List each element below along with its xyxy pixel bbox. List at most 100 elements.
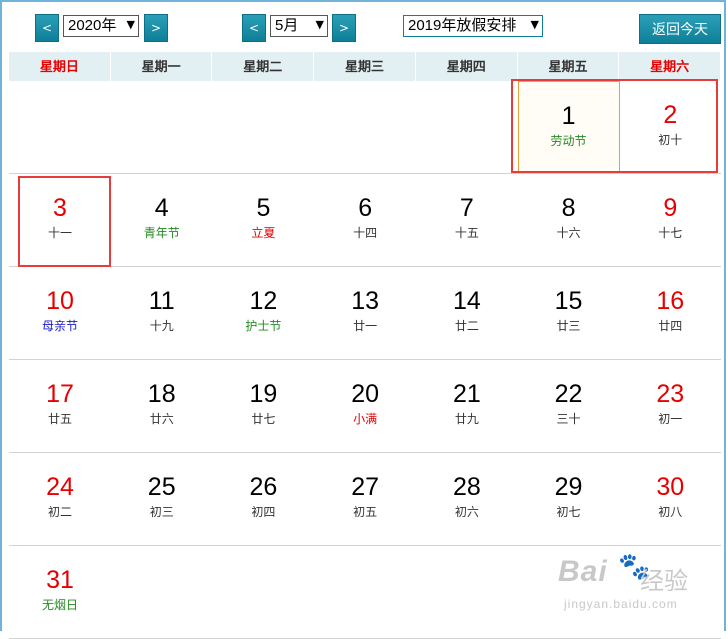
year-select[interactable]: 2020年 ▼ bbox=[63, 15, 139, 37]
lunar-date: 初六 bbox=[454, 505, 479, 519]
day-cell[interactable]: 7 十五 bbox=[416, 174, 518, 266]
holiday-select[interactable]: 2019年放假安排 ▼ bbox=[403, 15, 543, 37]
day-number: 13 bbox=[351, 287, 380, 315]
day-number: 14 bbox=[452, 287, 481, 315]
day-number: 11 bbox=[148, 287, 175, 315]
day-cell[interactable]: 16 廿四 bbox=[619, 267, 721, 359]
day-cell[interactable]: 29 初七 bbox=[518, 453, 620, 545]
day-cell[interactable]: 30 初八 bbox=[619, 453, 721, 545]
day-cell[interactable]: 23 初一 bbox=[619, 360, 721, 452]
day-cell[interactable]: 31 无烟日 bbox=[9, 546, 111, 638]
lunar-date: 初四 bbox=[251, 505, 276, 519]
day-number: 23 bbox=[656, 380, 685, 408]
empty-cell bbox=[111, 81, 213, 173]
day-cell[interactable]: 18 廿六 bbox=[111, 360, 213, 452]
lunar-date: 廿二 bbox=[454, 319, 479, 333]
day-cell[interactable]: 19 廿七 bbox=[212, 360, 314, 452]
month-select[interactable]: 5月 ▼ bbox=[270, 15, 328, 37]
week-row: 17 廿五 18 廿六 19 廿七 20 小满 21 廿九 22 三十 23 初一 bbox=[9, 360, 721, 453]
day-number: 8 bbox=[561, 194, 576, 222]
day-cell[interactable]: 13 廿一 bbox=[314, 267, 416, 359]
empty-cell bbox=[314, 81, 416, 173]
day-cell[interactable]: 25 初三 bbox=[111, 453, 213, 545]
lunar-date: 初十 bbox=[658, 133, 683, 147]
day-number: 29 bbox=[554, 473, 583, 501]
day-cell[interactable]: 10 母亲节 bbox=[9, 267, 111, 359]
day-number: 31 bbox=[46, 566, 74, 594]
lunar-date: 廿五 bbox=[47, 412, 72, 426]
weekday-label: 星期五 bbox=[518, 52, 620, 81]
lunar-date: 十四 bbox=[353, 226, 378, 240]
weekday-label: 星期三 bbox=[314, 52, 416, 81]
day-cell[interactable]: 6 十四 bbox=[314, 174, 416, 266]
day-cell[interactable]: 9 十七 bbox=[619, 174, 721, 266]
day-number: 16 bbox=[656, 287, 685, 315]
week-row: 3 十一 4 青年节 5 立夏 6 十四 7 十五 8 十六 9 十七 bbox=[9, 174, 721, 267]
prev-month-button[interactable]: < bbox=[242, 14, 266, 42]
lunar-date: 三十 bbox=[556, 412, 581, 426]
day-cell[interactable]: 3 十一 bbox=[9, 174, 111, 266]
day-cell[interactable]: 28 初六 bbox=[416, 453, 518, 545]
day-number: 17 bbox=[46, 380, 74, 408]
lunar-date: 初二 bbox=[47, 505, 72, 519]
weekday-label: 星期二 bbox=[212, 52, 315, 81]
holiday-select-value: 2019年放假安排 bbox=[408, 17, 517, 34]
day-cell[interactable]: 17 廿五 bbox=[9, 360, 111, 452]
chevron-down-icon: ▼ bbox=[530, 16, 539, 34]
day-cell[interactable]: 24 初二 bbox=[9, 453, 111, 545]
day-cell[interactable]: 11 十九 bbox=[111, 267, 213, 359]
lunar-date: 廿六 bbox=[149, 412, 174, 426]
chevron-down-icon: ▼ bbox=[315, 18, 324, 31]
day-cell[interactable]: 12 护士节 bbox=[212, 267, 314, 359]
weekday-label: 星期六 bbox=[619, 52, 722, 81]
festival-label: 母亲节 bbox=[41, 319, 78, 333]
year-select-value: 2020年 bbox=[68, 17, 117, 34]
festival-label: 青年节 bbox=[143, 226, 180, 240]
day-cell[interactable]: 26 初四 bbox=[212, 453, 314, 545]
week-row: 10 母亲节 11 十九 12 护士节 13 廿一 14 廿二 15 廿三 16 廿四 bbox=[9, 267, 721, 360]
lunar-date: 廿四 bbox=[658, 319, 683, 333]
lunar-date: 廿一 bbox=[353, 319, 378, 333]
lunar-date: 廿三 bbox=[556, 319, 581, 333]
day-cell[interactable]: 2 初十 bbox=[619, 81, 721, 173]
day-number: 19 bbox=[249, 380, 278, 408]
day-cell[interactable]: 14 廿二 bbox=[416, 267, 518, 359]
day-number: 4 bbox=[154, 194, 169, 222]
next-month-button[interactable]: > bbox=[332, 14, 356, 42]
day-cell[interactable]: 22 三十 bbox=[518, 360, 620, 452]
day-number: 2 bbox=[663, 101, 678, 129]
day-cell[interactable]: 8 十六 bbox=[518, 174, 620, 266]
empty-cell bbox=[416, 546, 518, 638]
day-cell[interactable]: 27 初五 bbox=[314, 453, 416, 545]
day-cell[interactable]: 21 廿九 bbox=[416, 360, 518, 452]
day-number: 24 bbox=[46, 473, 74, 501]
day-number: 12 bbox=[249, 287, 278, 315]
day-number: 3 bbox=[53, 194, 67, 222]
lunar-date: 初一 bbox=[658, 412, 683, 426]
empty-cell bbox=[314, 546, 416, 638]
prev-year-button[interactable]: < bbox=[35, 14, 59, 42]
day-number: 18 bbox=[147, 380, 176, 408]
empty-cell bbox=[416, 81, 518, 173]
next-year-button[interactable]: > bbox=[144, 14, 168, 42]
month-select-value: 5月 bbox=[275, 17, 299, 34]
day-cell[interactable]: 4 青年节 bbox=[111, 174, 213, 266]
week-row: 31 无烟日 bbox=[9, 546, 721, 639]
day-cell[interactable]: 20 小满 bbox=[314, 360, 416, 452]
festival-label: 无烟日 bbox=[41, 598, 78, 612]
day-cell[interactable]: 15 廿三 bbox=[518, 267, 620, 359]
weekday-label: 星期日 bbox=[9, 52, 111, 81]
week-row: 1 劳动节 2 初十 bbox=[9, 81, 721, 174]
chevron-down-icon: ▼ bbox=[126, 18, 135, 31]
day-number: 7 bbox=[459, 194, 474, 222]
empty-cell bbox=[212, 546, 314, 638]
festival-label: 小满 bbox=[353, 412, 378, 426]
back-to-today-button[interactable]: 返回今天 bbox=[639, 14, 721, 44]
festival-label: 劳动节 bbox=[550, 134, 587, 148]
day-cell[interactable]: 1 劳动节 bbox=[517, 81, 620, 173]
weekday-label: 星期四 bbox=[416, 52, 518, 81]
lunar-date: 十七 bbox=[658, 226, 683, 240]
day-cell[interactable]: 5 立夏 bbox=[212, 174, 314, 266]
weekday-header: 星期日 星期一 星期二 星期三 星期四 星期五 星期六 bbox=[9, 52, 722, 81]
empty-cell bbox=[9, 81, 111, 173]
